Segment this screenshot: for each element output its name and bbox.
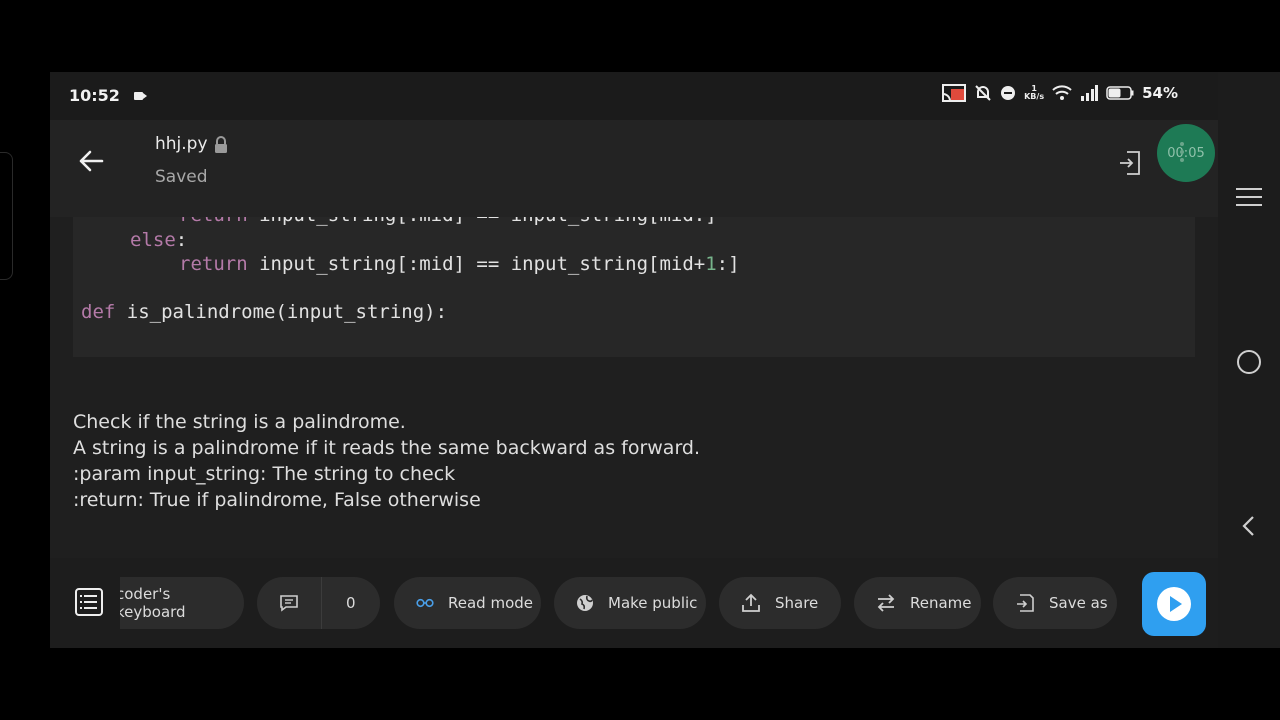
swap-icon — [876, 594, 896, 612]
do-not-disturb-icon — [1001, 86, 1016, 100]
globe-icon — [576, 594, 594, 612]
status-time: 10:52 — [69, 86, 120, 105]
exit-icon[interactable] — [1118, 150, 1142, 176]
code-line: def is_palindrome(input_string): — [81, 301, 448, 323]
save-status: Saved — [155, 167, 208, 187]
battery-icon — [1106, 86, 1134, 100]
system-nav-bar — [1218, 72, 1280, 648]
bell-muted-icon — [975, 85, 991, 101]
divider — [321, 577, 322, 629]
battery-percent: 54% — [1142, 84, 1178, 102]
recording-timer[interactable]: 00:05 — [1157, 124, 1215, 182]
docstring-text: Check if the string is a palindrome. A s… — [73, 409, 700, 513]
save-as-icon — [1015, 593, 1035, 613]
doc-line: Check if the string is a palindrome. — [73, 411, 406, 433]
bottom-toolbar: coder's keyboard 0 Read mode Make public — [50, 558, 1218, 648]
app-bar — [50, 120, 1218, 217]
timer-label: 00:05 — [1167, 145, 1205, 161]
code-line: return input_string[:mid] == input_strin… — [81, 217, 717, 226]
read-mode-button[interactable]: Read mode — [394, 577, 541, 629]
comment-icon — [280, 595, 298, 612]
status-bar: 10:52 1 KB/s 54% — [50, 72, 1218, 120]
comments-count: 0 — [346, 594, 356, 612]
play-icon — [1157, 587, 1191, 621]
save-as-button[interactable]: Save as — [993, 577, 1117, 629]
file-name[interactable]: hhj.py — [155, 134, 208, 154]
share-button[interactable]: Share — [719, 577, 841, 629]
network-speed: 1 KB/s — [1024, 84, 1045, 101]
cast-icon — [942, 84, 967, 102]
home-circle-icon[interactable] — [1237, 350, 1261, 374]
coders-keyboard-button[interactable]: coder's keyboard — [120, 577, 244, 629]
doc-line: A string is a palindrome if it reads the… — [73, 437, 701, 459]
doc-line: :param input_string: The string to check — [73, 463, 456, 485]
side-edge-handle — [0, 152, 13, 280]
share-icon — [741, 593, 761, 613]
document-list-icon[interactable] — [74, 587, 104, 617]
make-public-button[interactable]: Make public — [554, 577, 706, 629]
wifi-icon — [1052, 85, 1072, 100]
status-icons: 1 KB/s 54% — [942, 84, 1178, 102]
signal-icon — [1081, 85, 1099, 101]
back-arrow-icon[interactable] — [76, 146, 106, 176]
lock-icon — [215, 136, 227, 153]
recents-menu-icon[interactable] — [1236, 187, 1262, 207]
phone-screen: 10:52 1 KB/s 54% hhj.py Saved 00:05 else… — [50, 72, 1280, 648]
code-line: else: — [130, 229, 188, 251]
nav-back-chevron-icon[interactable] — [1241, 515, 1255, 537]
code-line: return input_string[:mid] == input_strin… — [179, 253, 740, 275]
comments-button[interactable]: 0 — [257, 577, 380, 629]
doc-line: :return: True if palindrome, False other… — [73, 489, 481, 511]
run-button[interactable] — [1142, 572, 1206, 636]
screen-record-icon — [134, 92, 147, 100]
code-block[interactable]: return input_string[:mid] == input_strin… — [73, 217, 1195, 357]
glasses-icon — [416, 598, 434, 608]
more-vert-icon[interactable] — [1180, 142, 1184, 166]
rename-button[interactable]: Rename — [854, 577, 981, 629]
